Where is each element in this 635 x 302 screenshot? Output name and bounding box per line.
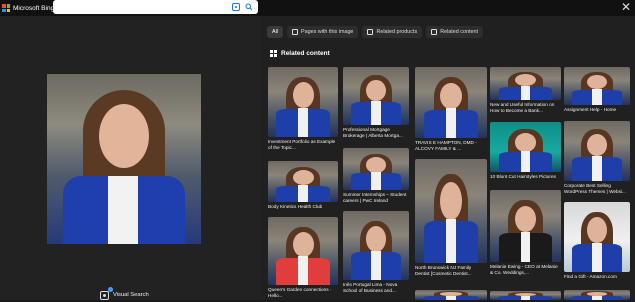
microsoft-logo-icon bbox=[2, 4, 10, 12]
result-thumbnail[interactable] bbox=[564, 121, 630, 181]
result-thumbnail[interactable] bbox=[268, 67, 338, 137]
result-card[interactable]: Investment Portfolio as Example of the T… bbox=[268, 67, 338, 151]
visual-search-icon[interactable] bbox=[232, 3, 240, 11]
results-panel: All Pages with this image Related produc… bbox=[262, 16, 635, 300]
result-thumbnail[interactable] bbox=[343, 148, 409, 190]
result-caption[interactable]: Inês Portugal Lima - Nova School of Busi… bbox=[343, 282, 409, 294]
tab-related-products[interactable]: Related products bbox=[362, 26, 423, 38]
section-header: Related content bbox=[270, 50, 330, 57]
result-caption[interactable]: Melanie Ewing - CEO at Melanie & Co. Wed… bbox=[490, 264, 561, 276]
result-thumbnail[interactable] bbox=[490, 67, 561, 100]
result-card[interactable]: 10 Blunt Cut Hairstyles Pictures bbox=[490, 122, 561, 180]
result-card[interactable] bbox=[415, 290, 487, 302]
tab-all[interactable]: All bbox=[267, 26, 283, 38]
result-card[interactable]: Summer Internships – Student careers | P… bbox=[343, 148, 409, 204]
result-thumbnail[interactable] bbox=[415, 159, 487, 263]
visual-search-button[interactable]: Visual Search bbox=[100, 286, 149, 301]
result-caption[interactable]: Body Kinetics Health Club bbox=[268, 204, 338, 210]
result-caption[interactable]: Investment Portfolio as Example of the T… bbox=[268, 139, 338, 151]
result-card[interactable] bbox=[490, 291, 561, 302]
result-thumbnail[interactable] bbox=[490, 190, 561, 262]
result-thumbnail[interactable] bbox=[490, 291, 561, 300]
result-card[interactable] bbox=[564, 290, 630, 302]
camera-search-icon bbox=[100, 286, 113, 300]
result-caption[interactable]: Assignment Help - Home bbox=[564, 107, 630, 113]
result-thumbnail[interactable] bbox=[415, 290, 487, 300]
result-card[interactable]: Find a Gift - Amazon.com bbox=[564, 202, 630, 280]
result-caption[interactable]: Queen's Garden connections · Hello... bbox=[268, 287, 338, 299]
close-icon[interactable]: ✕ bbox=[619, 0, 633, 14]
result-caption[interactable]: 10 Blunt Cut Hairstyles Pictures bbox=[490, 174, 561, 180]
top-bar: Microsoft Bing ✕ bbox=[0, 0, 635, 16]
result-caption[interactable]: Professional Mortgage Brokerage | Albert… bbox=[343, 127, 409, 139]
result-thumbnail[interactable] bbox=[343, 211, 409, 280]
tab-bar: All Pages with this image Related produc… bbox=[267, 26, 483, 38]
result-caption[interactable]: Summer Internships – Student careers | P… bbox=[343, 192, 409, 204]
notification-dot bbox=[108, 286, 113, 292]
result-thumbnail[interactable] bbox=[268, 217, 338, 285]
brand[interactable]: Microsoft Bing bbox=[2, 2, 54, 14]
result-card[interactable]: New and Useful Information on How to Bec… bbox=[490, 67, 561, 114]
tab-related-content[interactable]: Related content bbox=[426, 26, 483, 38]
result-card[interactable]: Body Kinetics Health Club bbox=[268, 161, 338, 210]
preview-panel: Visual Search bbox=[0, 16, 262, 300]
section-title: Related content bbox=[281, 50, 330, 57]
page-icon bbox=[292, 29, 298, 35]
result-card[interactable]: Melanie Ewing - CEO at Melanie & Co. Wed… bbox=[490, 190, 561, 276]
result-card[interactable]: Corporate Best Selling WordPress Themes … bbox=[564, 121, 630, 195]
search-bar[interactable] bbox=[53, 0, 258, 14]
result-caption[interactable]: Find a Gift - Amazon.com bbox=[564, 274, 630, 280]
result-card[interactable]: Professional Mortgage Brokerage | Albert… bbox=[343, 67, 409, 139]
grid-icon bbox=[270, 50, 277, 57]
result-thumbnail[interactable] bbox=[564, 202, 630, 272]
result-card[interactable]: North Brunswick NJ Family Dentist [Cosme… bbox=[415, 159, 487, 277]
result-thumbnail[interactable] bbox=[415, 67, 487, 138]
search-icon[interactable] bbox=[245, 3, 253, 11]
grid-icon bbox=[431, 29, 438, 35]
brand-label: Microsoft Bing bbox=[13, 4, 55, 12]
result-thumbnail[interactable] bbox=[268, 161, 338, 202]
tab-pages-with-this-image[interactable]: Pages with this image bbox=[287, 26, 359, 38]
result-thumbnail[interactable] bbox=[564, 67, 630, 105]
result-card[interactable]: Inês Portugal Lima - Nova School of Busi… bbox=[343, 211, 409, 294]
visual-search-label: Visual Search bbox=[113, 292, 149, 298]
result-card[interactable]: Assignment Help - Home bbox=[564, 67, 630, 113]
result-caption[interactable]: Corporate Best Selling WordPress Themes … bbox=[564, 183, 630, 195]
result-thumbnail[interactable] bbox=[564, 290, 630, 300]
result-caption[interactable]: North Brunswick NJ Family Dentist [Cosme… bbox=[415, 265, 487, 277]
result-caption[interactable]: TRAVIS E HAMPTON, DMD - ALCOVY FAMILY & … bbox=[415, 140, 487, 152]
result-caption[interactable]: New and Useful Information on How to Bec… bbox=[490, 102, 561, 114]
result-thumbnail[interactable] bbox=[343, 67, 409, 125]
result-card[interactable]: Queen's Garden connections · Hello... bbox=[268, 217, 338, 299]
tag-icon bbox=[367, 29, 374, 35]
preview-image[interactable] bbox=[47, 74, 201, 244]
result-thumbnail[interactable] bbox=[490, 122, 561, 172]
result-card[interactable]: TRAVIS E HAMPTON, DMD - ALCOVY FAMILY & … bbox=[415, 67, 487, 152]
